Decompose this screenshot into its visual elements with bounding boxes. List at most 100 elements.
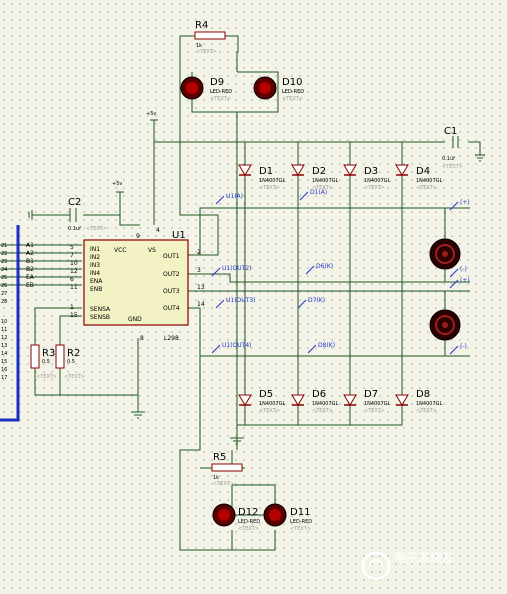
u1-pin-name: IN2 <box>90 254 100 261</box>
diode-d2[interactable]: D21N4007GL<TEXT> <box>291 164 339 191</box>
margin-number: 21 <box>1 243 7 249</box>
resistor-r5[interactable]: R5 1k <TEXT> <box>211 452 243 487</box>
input-label: A1 <box>26 242 34 249</box>
d1-value: 1N4007GL <box>259 178 286 184</box>
diode-d8[interactable]: D81N4007GL<TEXT> <box>395 389 443 414</box>
r3-ref: R3 <box>42 348 55 359</box>
d9-value: LED-RED <box>210 89 232 95</box>
d12-ref: D12 <box>238 507 258 518</box>
d7-ref: D7 <box>364 389 378 400</box>
motor-bottom[interactable] <box>429 309 461 341</box>
u1-pin-name: IN1 <box>90 246 100 253</box>
d9-text: <TEXT> <box>210 96 231 102</box>
u1-vcc-label: VCC <box>114 247 126 254</box>
d8-value: 1N4007GL <box>416 401 443 407</box>
margin-number: 17 <box>1 375 7 381</box>
margin-number: 23 <box>1 259 7 265</box>
capacitor-c1[interactable]: C1 0.1uf <TEXT> <box>442 126 463 170</box>
margin-number: 12 <box>1 335 7 341</box>
input-label: B2 <box>26 266 34 273</box>
probe-label: D6(K) <box>316 263 333 270</box>
margin-number: 27 <box>1 291 7 297</box>
probe-label: (-) <box>460 266 467 273</box>
probe: D8(K) <box>307 342 335 354</box>
ic-u1[interactable]: U1 VCC VS GND 9 4 8 L298 IN1 5 IN2 7 IN3 10 IN… <box>70 227 205 342</box>
probe: D1(A) <box>299 189 327 201</box>
diode-d1[interactable]: D11N4007GL<TEXT> <box>238 164 286 191</box>
d8-text: <TEXT> <box>416 408 437 414</box>
c1-ref: C1 <box>444 126 457 137</box>
u1-out-name: OUT1 <box>163 253 180 260</box>
u1-vs-pin: 4 <box>156 227 160 234</box>
probe: D6(K) <box>305 263 333 275</box>
probe-label: D7(K) <box>308 297 325 304</box>
u1-part: L298 <box>164 335 179 342</box>
probe: (-) <box>449 343 467 355</box>
u1-pin-name: IN3 <box>90 262 100 269</box>
u1-pin-number: 5 <box>70 244 74 251</box>
input-labels: A1A2B1B2EAEB <box>26 242 35 289</box>
r5-ref: R5 <box>213 452 226 463</box>
d11-ref: D11 <box>290 507 310 518</box>
r2-value: 0.5 <box>67 359 75 365</box>
probe: (-) <box>449 266 467 278</box>
r2-ref: R2 <box>67 348 80 359</box>
u1-out-name: OUT4 <box>163 305 180 312</box>
c2-ref: C2 <box>68 197 81 208</box>
probe-label: U1(A) <box>226 193 243 200</box>
probe-label: U1(OUT2) <box>222 265 252 272</box>
margin-number: 13 <box>1 343 7 349</box>
probe-label: (+) <box>460 199 470 206</box>
u1-vcc-pin: 9 <box>136 233 140 240</box>
margin-number: 10 <box>1 319 7 325</box>
u1-gnd-pin: 8 <box>140 335 144 342</box>
probe: U1(OUT3) <box>215 297 256 309</box>
u1-pin-number: 11 <box>70 284 78 291</box>
probe-label: (+) <box>460 277 470 284</box>
d6-text: <TEXT> <box>312 408 333 414</box>
power-vcc: +5v <box>112 181 124 193</box>
u1-pin-name: ENB <box>90 286 102 293</box>
u1-out-number: 3 <box>197 267 201 274</box>
r3-text: <TEXT> <box>36 374 57 380</box>
d1-ref: D1 <box>259 166 273 177</box>
d5-ref: D5 <box>259 389 273 400</box>
diode-d3[interactable]: D31N4007GL<TEXT> <box>343 164 391 191</box>
led-d9[interactable]: D9 LED-RED <TEXT> <box>180 76 232 102</box>
led-d12[interactable]: D12 LED-RED <TEXT> <box>212 503 260 532</box>
probe-label: (-) <box>460 343 467 350</box>
diode-d5[interactable]: D51N4007GL<TEXT> <box>238 389 286 414</box>
led-d11[interactable]: D11 LED-RED <TEXT> <box>263 503 312 532</box>
margin-number: 16 <box>1 367 7 373</box>
led-d10[interactable]: D10 LED-RED <TEXT> <box>253 76 304 102</box>
margin-number: 24 <box>1 267 7 273</box>
d4-ref: D4 <box>416 166 430 177</box>
d11-text: <TEXT> <box>290 526 311 532</box>
diode-d6[interactable]: D61N4007GL<TEXT> <box>291 389 339 414</box>
diode-d4[interactable]: D41N4007GL<TEXT> <box>395 164 443 191</box>
resistor-r4[interactable]: R4 1k <TEXT> <box>194 20 226 55</box>
u1-gnd-label: GND <box>128 316 142 323</box>
margin-number: 25 <box>1 275 7 281</box>
diode-d7[interactable]: D71N4007GL<TEXT> <box>343 389 391 414</box>
d2-value: 1N4007GL <box>312 178 339 184</box>
u1-pin-number: 10 <box>70 260 78 267</box>
probe-label: U1(OUT3) <box>226 297 256 304</box>
r4-text: <TEXT> <box>196 49 217 55</box>
power-vs: +5v <box>146 111 158 142</box>
d12-text: <TEXT> <box>238 526 259 532</box>
input-label: EA <box>26 274 35 281</box>
u1-pin-name: SENSB <box>90 314 110 321</box>
probe-label: U1(OUT4) <box>222 342 252 349</box>
d10-value: LED-RED <box>282 89 304 95</box>
probe: D7(K) <box>297 297 325 309</box>
d3-value: 1N4007GL <box>364 178 391 184</box>
motor-top[interactable] <box>429 238 461 270</box>
c2-value: 0.1uf <box>68 226 81 232</box>
diodes-top-row: D11N4007GL<TEXT>D21N4007GL<TEXT>D31N4007… <box>238 164 443 191</box>
u1-out-number: 13 <box>197 284 205 291</box>
probe: U1(A) <box>215 193 243 205</box>
d12-value: LED-RED <box>238 519 260 525</box>
d5-value: 1N4007GL <box>259 401 286 407</box>
u1-pin-name: SENSA <box>90 306 111 313</box>
